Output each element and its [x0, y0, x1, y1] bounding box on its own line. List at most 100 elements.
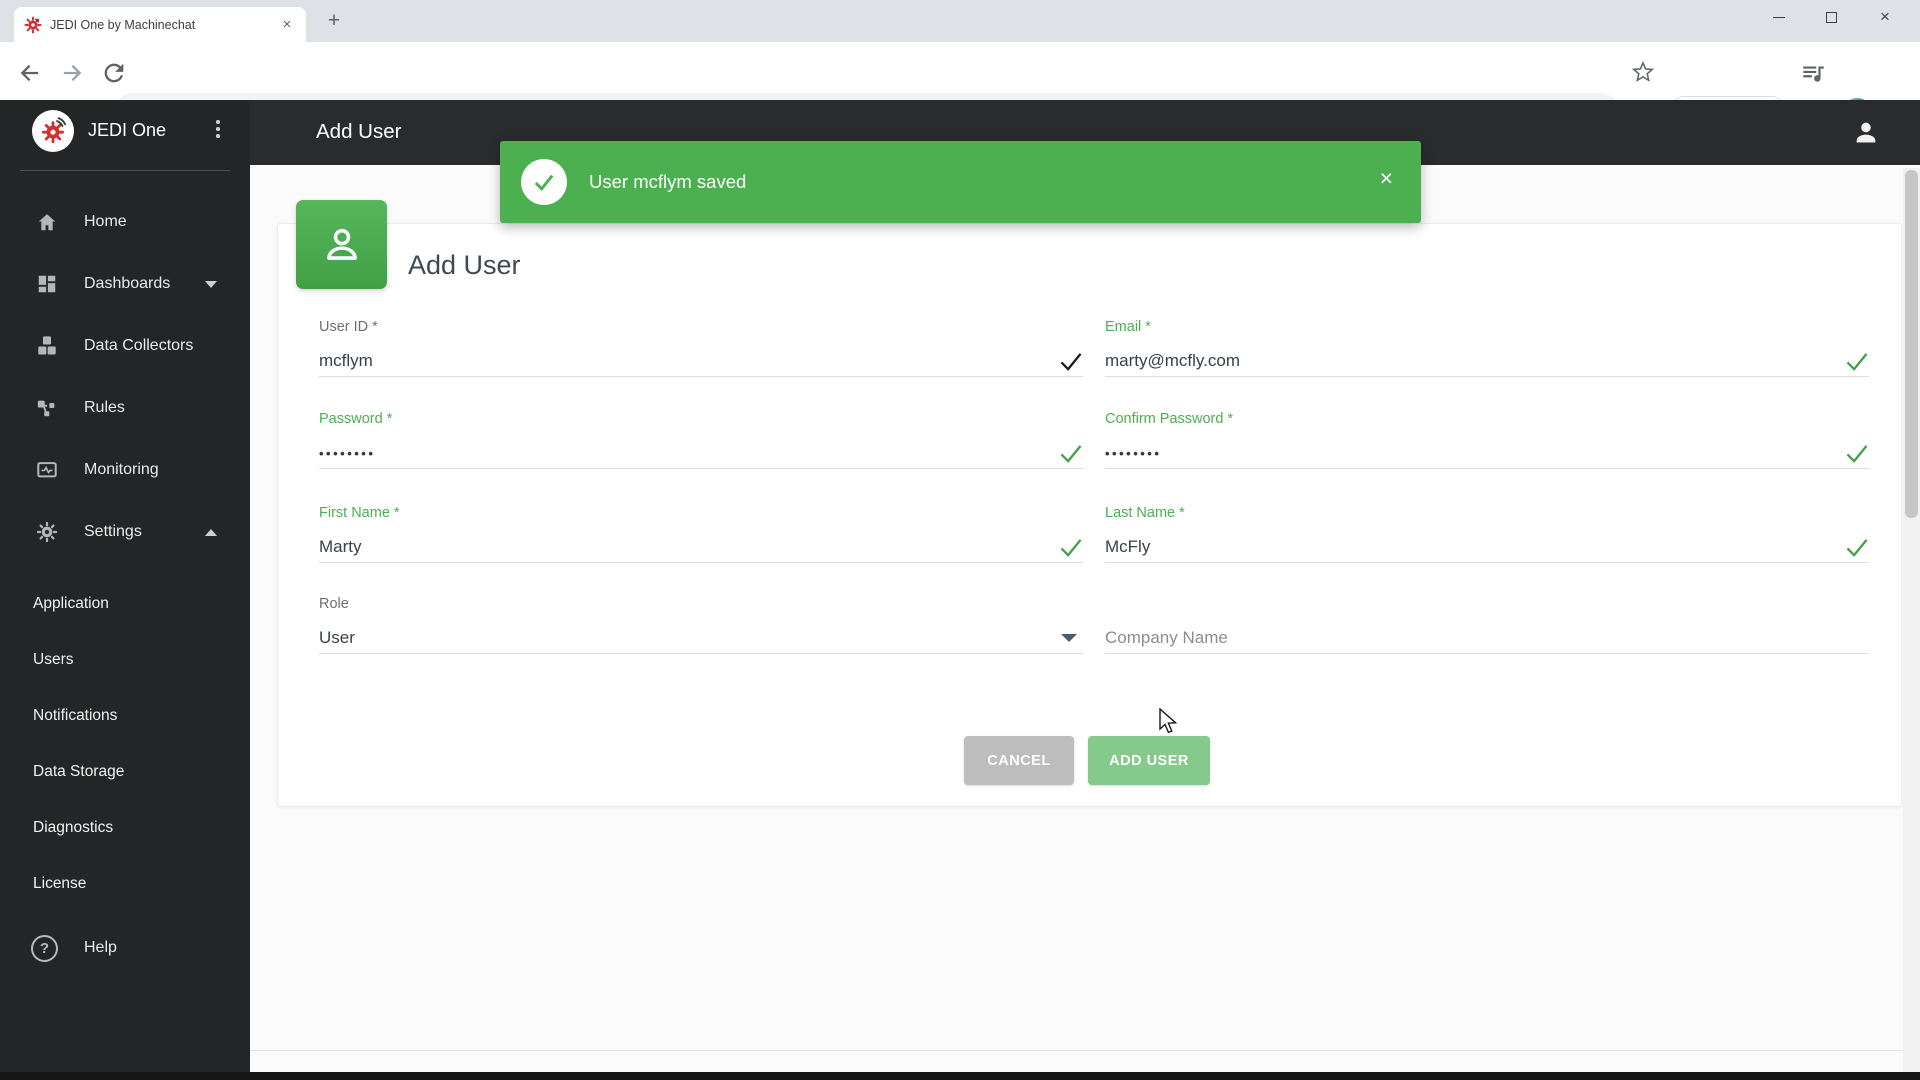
field-label [1105, 596, 1869, 614]
field-value: User [319, 628, 355, 647]
back-button[interactable] [16, 59, 44, 87]
dashboards-icon [38, 275, 56, 293]
chevron-down-icon [205, 280, 217, 288]
field-company: Company Name [1105, 596, 1869, 654]
home-icon [38, 214, 56, 231]
sidebar-subitem-application[interactable]: Application [0, 576, 250, 632]
window-close-button[interactable]: × [1862, 0, 1908, 34]
tab-close-button[interactable]: × [278, 16, 296, 33]
field-value: •••••••• [319, 445, 376, 461]
sidebar-item-data-collectors[interactable]: Data Collectors [0, 315, 250, 377]
sidebar-item-rules[interactable]: Rules [0, 377, 250, 439]
sidebar-item-label: Home [84, 213, 127, 230]
field-label: Email * [1105, 319, 1151, 335]
browser-tab[interactable]: JEDI One by Machinechat × [14, 7, 306, 42]
page-scrollbar[interactable] [1903, 168, 1920, 1072]
field-user-id: User ID * mcflym [319, 319, 1083, 377]
new-tab-button[interactable]: + [320, 8, 348, 36]
field-value: Marty [319, 537, 362, 556]
add-user-person-icon [296, 200, 387, 289]
field-role: Role User [319, 596, 1083, 654]
add-user-card: Add User User ID * mcflym Email * marty@… [277, 200, 1902, 807]
sidebar-item-label: Data Collectors [84, 337, 194, 354]
help-icon: ? [31, 934, 58, 962]
reload-button[interactable] [100, 59, 128, 87]
success-toast: User mcflym saved × [500, 141, 1421, 223]
field-placeholder: Company Name [1105, 628, 1228, 647]
field-first-name: First Name * Marty [319, 505, 1083, 563]
sidebar-item-label: Settings [84, 523, 142, 540]
field-email: Email * marty@mcfly.com [1105, 319, 1869, 377]
window-bottom-edge [0, 1072, 1920, 1080]
sidebar-item-help[interactable]: ? Help [0, 922, 250, 974]
content-bottom-divider [250, 1050, 1903, 1051]
valid-check-icon [1846, 352, 1868, 371]
first-name-input[interactable]: Marty [319, 532, 1083, 563]
user-id-input[interactable]: mcflym [319, 346, 1083, 377]
sidebar-subitem-license[interactable]: License [0, 856, 250, 912]
app-favicon-gear-icon [24, 16, 42, 33]
user-menu-person-icon[interactable] [1852, 118, 1880, 146]
sidebar-item-label: Rules [84, 399, 125, 416]
browser-window: JEDI One by Machinechat × + × Not secure… [0, 0, 1920, 1080]
last-name-input[interactable]: McFly [1105, 532, 1869, 563]
sidebar-subitem-notifications[interactable]: Notifications [0, 688, 250, 744]
email-input[interactable]: marty@mcfly.com [1105, 346, 1869, 377]
password-input[interactable]: •••••••• [319, 438, 1083, 469]
add-user-button[interactable]: ADD USER [1088, 736, 1210, 785]
sidebar-divider [20, 170, 230, 171]
field-label: Role [319, 596, 349, 612]
valid-check-icon [1060, 538, 1082, 557]
field-label: User ID * [319, 319, 378, 335]
field-label: Password * [319, 411, 393, 427]
chevron-up-icon [205, 528, 217, 536]
field-last-name: Last Name * McFly [1105, 505, 1869, 563]
sidebar-subitem-diagnostics[interactable]: Diagnostics [0, 800, 250, 856]
bookmark-star-icon[interactable] [1632, 61, 1654, 83]
valid-check-icon [1846, 538, 1868, 557]
sidebar-nav: Home Dashboards Data Collectors Rules Mo… [0, 191, 250, 563]
browser-titlebar: JEDI One by Machinechat × + × [0, 0, 1920, 42]
playlist-extension-icon[interactable] [1800, 60, 1826, 86]
company-name-input[interactable]: Company Name [1105, 623, 1869, 654]
brand-title: JEDI One [88, 120, 167, 140]
jedi-one-logo [32, 110, 74, 152]
field-confirm-password: Confirm Password * •••••••• [1105, 411, 1869, 469]
data-collectors-icon [38, 336, 56, 355]
sidebar: JEDI One Home Dashboards Data Collectors… [0, 100, 250, 1072]
scrollbar-thumb[interactable] [1905, 170, 1918, 518]
monitoring-icon [37, 462, 57, 478]
forward-button[interactable] [58, 59, 86, 87]
field-label: Confirm Password * [1105, 411, 1234, 427]
field-value: •••••••• [1105, 445, 1162, 461]
rules-icon [37, 400, 55, 417]
tab-title: JEDI One by Machinechat [50, 17, 196, 32]
sidebar-menu-kebab-icon[interactable] [216, 120, 220, 140]
valid-check-icon [1060, 444, 1082, 463]
window-minimize-button[interactable] [1756, 0, 1802, 34]
role-select[interactable]: User [319, 623, 1083, 654]
confirm-password-input[interactable]: •••••••• [1105, 438, 1869, 469]
toast-close-button[interactable]: × [1380, 167, 1393, 190]
sidebar-item-home[interactable]: Home [0, 191, 250, 253]
sidebar-item-label: Help [84, 939, 117, 956]
page-title: Add User [316, 120, 402, 143]
sidebar-subitem-users[interactable]: Users [0, 632, 250, 688]
sidebar-item-monitoring[interactable]: Monitoring [0, 439, 250, 501]
toast-message: User mcflym saved [589, 171, 747, 192]
field-label: Last Name * [1105, 505, 1185, 521]
sidebar-item-settings[interactable]: Settings [0, 501, 250, 563]
success-check-icon [521, 159, 567, 205]
sidebar-subitem-data-storage[interactable]: Data Storage [0, 744, 250, 800]
cancel-button[interactable]: CANCEL [964, 736, 1074, 785]
field-value: marty@mcfly.com [1105, 351, 1240, 370]
card-title: Add User [408, 250, 521, 280]
window-maximize-button[interactable] [1808, 0, 1854, 34]
dropdown-caret-icon [1061, 634, 1077, 642]
valid-check-icon [1846, 444, 1868, 463]
valid-check-icon [1060, 352, 1082, 371]
settings-submenu: Application Users Notifications Data Sto… [0, 576, 250, 912]
sidebar-item-dashboards[interactable]: Dashboards [0, 253, 250, 315]
gear-logo-icon [42, 117, 67, 144]
browser-toolbar: Not secure 192.168.1.204:9123/addusers N… [0, 42, 1920, 131]
